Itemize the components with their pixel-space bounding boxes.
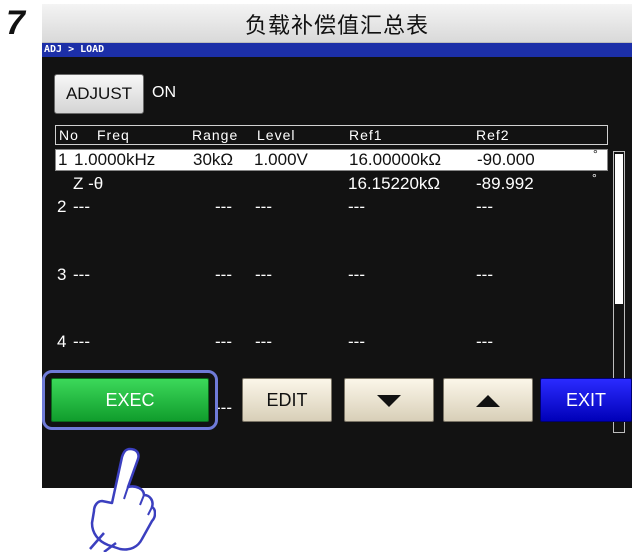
breadcrumb: ADJ > LOAD xyxy=(44,44,105,55)
svg-text:7: 7 xyxy=(6,4,27,38)
cell-ref1: --- xyxy=(348,332,365,351)
cell-ref2: -89.992 xyxy=(476,174,534,193)
col-freq-header: Freq xyxy=(97,127,130,143)
cell-freq: --- xyxy=(73,197,90,216)
cell-level: 1.000V xyxy=(254,150,308,169)
cell-level: --- xyxy=(255,265,272,284)
device-screen: 负载补偿值汇总表 ADJ > LOAD ADJUST ON No Freq Ra… xyxy=(42,4,632,488)
table-header: No Freq Range Level Ref1 Ref2 xyxy=(55,125,608,145)
cell-no: 2 xyxy=(57,197,67,216)
cell-unit: ° xyxy=(592,171,597,185)
cell-no: 3 xyxy=(57,265,67,284)
step-number: 7 xyxy=(6,4,27,38)
cell-level: --- xyxy=(255,197,272,216)
col-ref2-header: Ref2 xyxy=(476,127,510,143)
cell-ref2: -90.000 xyxy=(477,150,535,169)
cell-ref2: --- xyxy=(476,265,493,284)
cell-ref1: --- xyxy=(348,197,365,216)
cell-level: --- xyxy=(255,332,272,351)
col-range-header: Range xyxy=(192,127,239,143)
cell-freq: Z -θ xyxy=(73,174,104,193)
cell-range: 30kΩ xyxy=(193,150,234,169)
title-bar: 负载补偿值汇总表 xyxy=(42,4,632,43)
triangle-up-icon xyxy=(476,395,500,408)
cell-ref2: --- xyxy=(476,197,493,216)
adjust-button[interactable]: ADJUST xyxy=(54,74,144,114)
cell-unit: ° xyxy=(593,147,598,161)
cell-no: 4 xyxy=(57,332,67,351)
cell-freq: 1.0000kHz xyxy=(74,150,156,169)
screen-title: 负载补偿值汇总表 xyxy=(244,14,429,39)
cell-range: --- xyxy=(215,265,232,284)
breadcrumb-bar: ADJ > LOAD xyxy=(42,43,632,57)
cell-freq: --- xyxy=(73,332,90,351)
table-row-selected[interactable]: 1 1.0000kHz 30kΩ 1.000V 16.00000kΩ -90.0… xyxy=(55,147,608,171)
down-button[interactable] xyxy=(344,378,434,422)
edit-button[interactable]: EDIT xyxy=(242,378,332,422)
cell-ref1: 16.00000kΩ xyxy=(349,150,442,169)
cell-range: --- xyxy=(215,197,232,216)
col-ref1-header: Ref1 xyxy=(349,127,383,143)
cell-ref1: --- xyxy=(348,265,365,284)
cell-ref2: --- xyxy=(476,332,493,351)
cell-freq: --- xyxy=(73,265,90,284)
cell-ref1: 16.15220kΩ xyxy=(348,174,441,193)
col-level-header: Level xyxy=(257,127,296,143)
scrollbar-thumb[interactable] xyxy=(615,154,623,304)
col-no-header: No xyxy=(59,127,79,143)
cell-range: --- xyxy=(215,332,232,351)
triangle-down-icon xyxy=(377,395,401,408)
pointing-hand-icon xyxy=(89,447,156,552)
up-button[interactable] xyxy=(443,378,533,422)
adjust-state: ON xyxy=(152,84,176,101)
exec-button[interactable]: EXEC xyxy=(51,378,209,422)
exit-button[interactable]: EXIT xyxy=(540,378,632,422)
cell-no: 1 xyxy=(58,150,68,169)
